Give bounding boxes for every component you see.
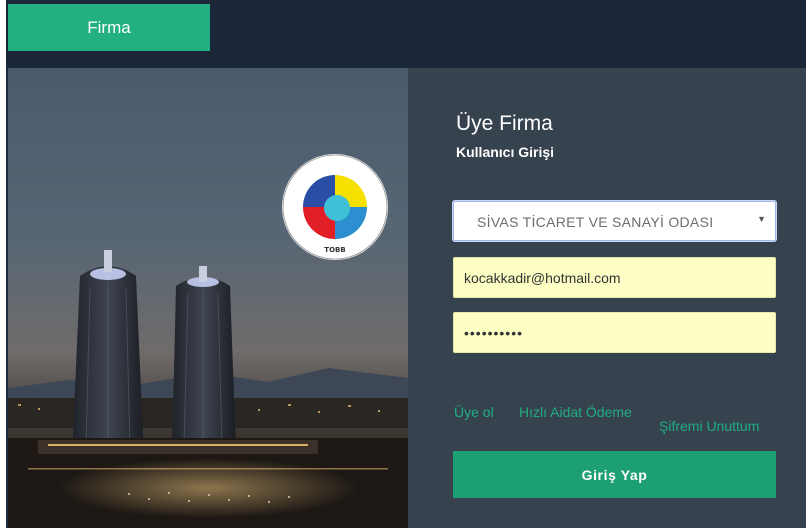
tab-firma[interactable]: Firma [8,4,210,51]
tobb-logo: TOBB [282,154,388,260]
email-input[interactable]: kocakkadir@hotmail.com [453,257,776,298]
dropdown-caret-icon: ▼ [757,214,766,224]
forgot-password-link[interactable]: Şifremi Unuttum [659,418,759,434]
register-link[interactable]: Üye ol [454,404,494,420]
chamber-select-value: SİVAS TİCARET VE SANAYİ ODASI [477,214,714,230]
email-value: kocakkadir@hotmail.com [464,269,621,286]
password-input[interactable]: •••••••••• [453,312,776,353]
login-panel: Üye Firma Kullanıcı Girişi SİVAS TİCARET… [408,68,806,528]
app-frame: Firma TOBB Üye Firma Kullanıcı Girişi Sİ… [6,0,806,528]
password-value: •••••••••• [464,324,524,341]
svg-text:TOBB: TOBB [324,246,345,254]
city-skyline-illustration [8,250,408,528]
quick-payment-link[interactable]: Hızlı Aidat Ödeme [519,404,632,420]
hero-image: TOBB [8,68,408,528]
chamber-select[interactable]: SİVAS TİCARET VE SANAYİ ODASI ▼ [453,201,776,241]
page-subtitle: Kullanıcı Girişi [456,144,555,160]
top-bar: Firma [6,0,806,68]
page-title: Üye Firma [456,112,553,135]
login-button[interactable]: Giriş Yap [453,451,776,498]
